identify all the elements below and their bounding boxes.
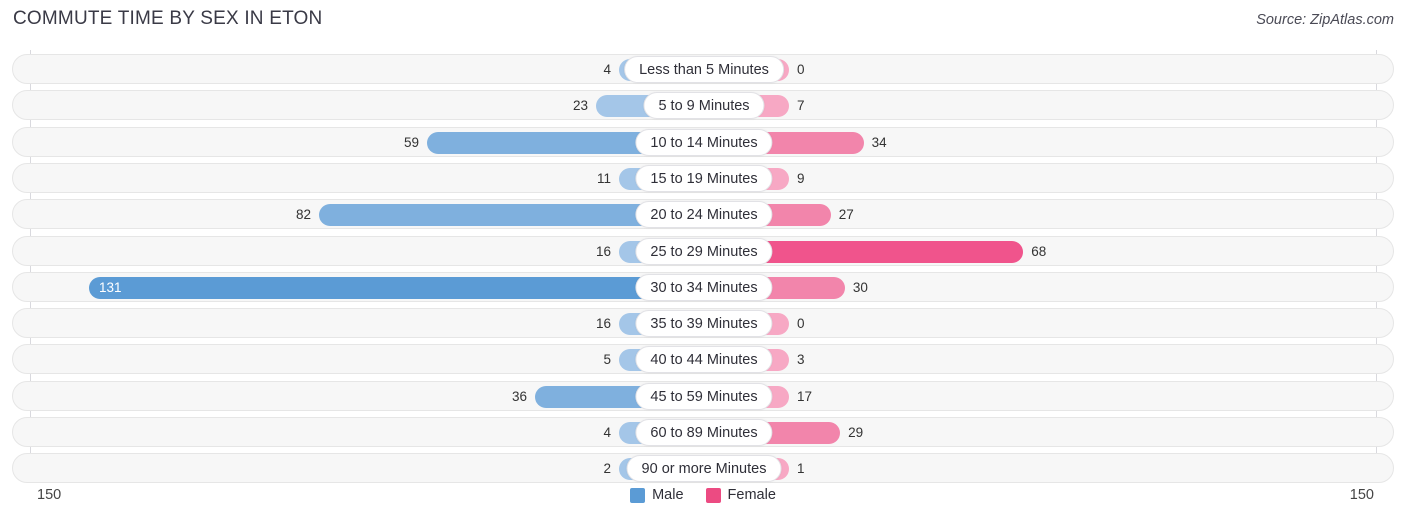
table-row[interactable]: 2 1 90 or more Minutes — [12, 453, 1395, 484]
legend-item-female[interactable]: Female — [705, 487, 776, 503]
table-row[interactable]: 4 0 Less than 5 Minutes — [12, 54, 1394, 84]
table-row[interactable]: 36 17 45 to 59 Minutes — [12, 380, 1395, 411]
plot-area: 4 0 Less than 5 Minutes 23 7 5 to 9 Minutes 59… — [0, 50, 1406, 484]
legend-swatch-icon — [630, 487, 646, 503]
value-label-male: 131 — [99, 279, 122, 295]
commute-time-chart: COMMUTE TIME BY SEX IN ETON Source: ZipA… — [0, 0, 1406, 522]
legend-label: Male — [652, 487, 684, 503]
value-label-female: 0 — [797, 62, 805, 77]
value-label-female: 27 — [838, 207, 854, 223]
value-label-male: 36 — [511, 388, 527, 404]
legend: Male Female — [0, 487, 1406, 503]
value-label-male: 23 — [572, 98, 589, 114]
row-content: 2 1 90 or more Minutes — [13, 454, 1395, 483]
value-label-female: 68 — [1031, 243, 1047, 259]
table-row[interactable]: 82 27 20 to 24 Minutes — [12, 199, 1395, 230]
row-content: 11 9 15 to 19 Minutes — [13, 164, 1395, 192]
value-label-male: 4 — [603, 425, 611, 440]
value-label-female: 34 — [871, 134, 887, 150]
table-row[interactable]: 11 9 15 to 19 Minutes — [12, 162, 1395, 193]
table-row[interactable]: 5 3 40 to 44 Minutes — [12, 344, 1395, 375]
value-label-male: 11 — [596, 170, 611, 186]
category-label: 45 to 59 Minutes — [635, 382, 773, 410]
value-label-female: 0 — [797, 316, 805, 332]
row-content: 4 29 60 to 89 Minutes — [13, 418, 1395, 446]
row-content: 5 3 40 to 44 Minutes — [13, 345, 1395, 374]
category-label: 15 to 19 Minutes — [635, 164, 773, 192]
value-label-female: 30 — [852, 279, 868, 295]
row-content: 16 0 35 to 39 Minutes — [13, 309, 1395, 338]
legend-item-male[interactable]: Male — [630, 487, 684, 503]
table-row[interactable]: 4 29 60 to 89 Minutes — [12, 417, 1394, 447]
row-content: 59 34 10 to 14 Minutes — [13, 128, 1395, 156]
row-content: 36 17 45 to 59 Minutes — [13, 382, 1395, 410]
legend-swatch-icon — [705, 487, 721, 503]
category-label: 10 to 14 Minutes — [635, 128, 773, 156]
bar-male[interactable] — [89, 276, 704, 299]
value-label-female: 3 — [797, 352, 805, 368]
table-row[interactable]: 131 30 30 to 34 Minutes — [12, 271, 1395, 302]
category-label: 20 to 24 Minutes — [635, 201, 773, 229]
category-label: 35 to 39 Minutes — [635, 310, 773, 338]
value-label-male: 4 — [603, 62, 611, 77]
value-label-female: 17 — [797, 388, 813, 404]
table-row[interactable]: 16 68 25 to 29 Minutes — [12, 235, 1395, 266]
category-label: 25 to 29 Minutes — [635, 237, 773, 265]
value-label-male: 5 — [603, 352, 611, 368]
category-label: 5 to 9 Minutes — [643, 92, 765, 120]
page-title: COMMUTE TIME BY SEX IN ETON — [13, 8, 323, 29]
value-label-female: 29 — [848, 425, 864, 440]
category-label: 30 to 34 Minutes — [635, 273, 773, 301]
category-label: 40 to 44 Minutes — [635, 346, 773, 374]
row-content: 131 30 30 to 34 Minutes — [13, 273, 1395, 301]
value-label-female: 1 — [797, 461, 805, 477]
value-label-male: 2 — [603, 461, 611, 477]
value-label-male: 16 — [595, 316, 611, 332]
value-label-female: 9 — [797, 170, 805, 186]
value-label-male: 82 — [296, 207, 312, 223]
chart-footer: 150 150 Male Female — [0, 482, 1406, 522]
table-row[interactable]: 23 7 5 to 9 Minutes — [12, 90, 1395, 121]
row-content: 4 0 Less than 5 Minutes — [13, 55, 1395, 83]
value-label-male: 59 — [403, 134, 419, 150]
table-row[interactable]: 16 0 35 to 39 Minutes — [12, 308, 1395, 339]
value-label-female: 7 — [797, 98, 805, 114]
table-row[interactable]: 59 34 10 to 14 Minutes — [12, 126, 1395, 157]
legend-label: Female — [727, 487, 776, 503]
row-content: 16 68 25 to 29 Minutes — [13, 237, 1395, 265]
category-label: 90 or more Minutes — [626, 455, 782, 483]
category-label: Less than 5 Minutes — [624, 56, 784, 83]
category-label: 60 to 89 Minutes — [635, 419, 773, 446]
row-content: 23 7 5 to 9 Minutes — [13, 91, 1395, 120]
value-label-male: 16 — [595, 243, 611, 259]
row-content: 82 27 20 to 24 Minutes — [13, 200, 1395, 229]
source-attribution: Source: ZipAtlas.com — [1256, 12, 1394, 28]
